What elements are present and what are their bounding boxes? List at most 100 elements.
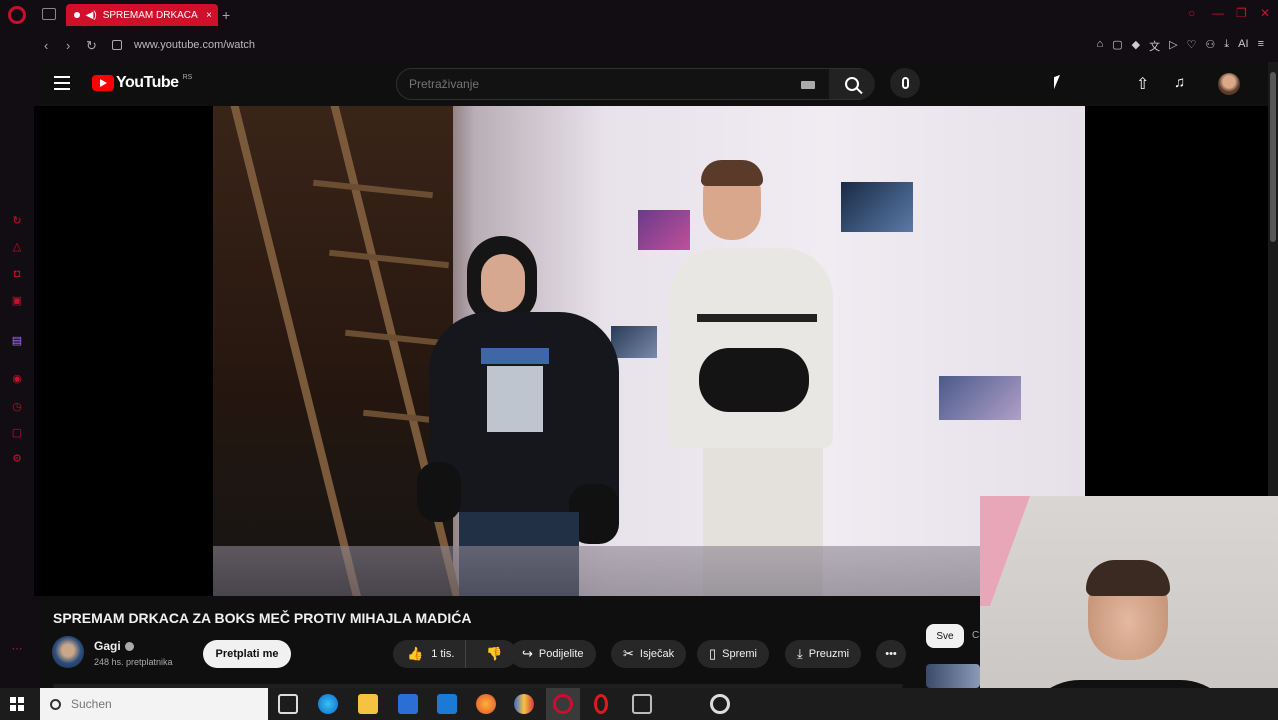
store-icon[interactable] xyxy=(398,694,418,714)
download-icon[interactable]: ⤓ xyxy=(1224,38,1229,54)
webcam-person-hair xyxy=(1086,560,1170,596)
webcam-overlay xyxy=(980,496,1278,720)
forward-button[interactable]: › xyxy=(66,38,70,53)
opera-logo-icon[interactable] xyxy=(8,6,26,24)
download-button[interactable]: ⤓ Preuzmi xyxy=(785,640,862,668)
taskbar-search[interactable] xyxy=(40,688,268,720)
upload-icon[interactable]: ⇧ xyxy=(1136,74,1149,94)
channel-avatar[interactable] xyxy=(52,636,84,668)
taskbar-search-icon xyxy=(50,698,61,710)
notifications-bell-icon[interactable]: ♫ xyxy=(1174,74,1185,91)
search-box xyxy=(396,68,875,100)
pin-icon[interactable]: ⌂ xyxy=(1097,38,1104,54)
menu-icon[interactable] xyxy=(54,76,70,90)
mail-app-icon[interactable] xyxy=(632,694,652,714)
dislike-icon: 👎 xyxy=(486,646,503,661)
save-button[interactable]: ▯ Spremi xyxy=(697,640,769,668)
keyboard-icon[interactable] xyxy=(801,81,815,89)
file-explorer-icon[interactable] xyxy=(358,694,378,714)
subscriber-count: 248 hs. pretplatnika xyxy=(94,657,173,667)
player-icon[interactable]: ▷ xyxy=(1169,38,1177,54)
youtube-play-icon xyxy=(92,75,114,91)
youtube-logo-text: YouTube xyxy=(116,74,179,91)
like-button[interactable]: 👍 1 tis. xyxy=(393,640,466,668)
brave-like-icon[interactable] xyxy=(514,694,534,714)
scrollbar-thumb[interactable] xyxy=(1270,72,1276,242)
back-button[interactable]: ‹ xyxy=(44,38,48,53)
video-title: SPREMAM DRKACA ZA BOKS MEČ PROTIV MIHAJL… xyxy=(53,610,472,626)
video-frame[interactable] xyxy=(213,106,1085,596)
close-window-button[interactable]: ✕ xyxy=(1260,6,1270,20)
obs-icon[interactable] xyxy=(710,694,730,714)
tab-menu-icon[interactable] xyxy=(42,8,56,20)
bookmark-icon: ▯ xyxy=(709,646,717,661)
more-icon: ••• xyxy=(885,648,897,660)
tab-favicon-icon xyxy=(74,12,80,18)
url-field[interactable]: www.youtube.com/watch xyxy=(134,39,255,51)
task-view-icon[interactable] xyxy=(278,694,298,714)
maximize-button[interactable]: ❐ xyxy=(1236,6,1247,20)
translate-icon[interactable]: 文 xyxy=(1149,38,1160,54)
new-tab-button[interactable]: + xyxy=(222,7,230,23)
opera-gx-icon[interactable] xyxy=(553,694,573,714)
voice-search-button[interactable] xyxy=(890,68,920,98)
reload-button[interactable]: ↻ xyxy=(86,38,97,54)
firefox-icon[interactable] xyxy=(476,694,496,714)
snapshot-icon[interactable]: ▢ xyxy=(1112,38,1122,54)
share-button[interactable]: ↪ Podijelite xyxy=(510,640,596,668)
opera-icon[interactable] xyxy=(594,694,608,714)
opera-menu-icon[interactable]: ○ xyxy=(1188,6,1195,20)
search-input[interactable] xyxy=(409,77,789,91)
clip-button[interactable]: ✂ Isječak xyxy=(611,640,687,668)
heart-icon[interactable]: ♡ xyxy=(1187,38,1197,54)
taskbar-search-input[interactable] xyxy=(71,697,251,711)
sidebar-clock-icon[interactable]: ◷ xyxy=(10,400,24,413)
edge-icon[interactable] xyxy=(318,694,338,714)
channel-name[interactable]: Gagi xyxy=(94,639,134,653)
sidebar-twitch-icon[interactable]: ▤ xyxy=(10,334,24,347)
download-arrow-icon: ⤓ xyxy=(797,646,803,661)
tab-title: SPREMAM DRKACA Z xyxy=(102,9,201,21)
sidebar-history-icon[interactable]: ↻ xyxy=(10,214,24,227)
screen: ◀) SPREMAM DRKACA Z × + ○ — ❐ ✕ ‹ › ↻ ww… xyxy=(0,0,1278,720)
chip-next[interactable]: C xyxy=(972,630,979,641)
chip-all[interactable]: Sve xyxy=(926,624,964,648)
minimize-button[interactable]: — xyxy=(1212,6,1224,20)
ai-button[interactable]: AI xyxy=(1238,38,1248,54)
sidebar-shopping-icon[interactable]: △ xyxy=(10,240,24,253)
sidebar-messenger-icon[interactable]: ◘ xyxy=(10,268,24,280)
audio-playing-icon[interactable]: ◀) xyxy=(86,10,97,21)
tab-close-icon[interactable]: × xyxy=(206,10,212,21)
sidebar-more-icon[interactable]: ⋯ xyxy=(10,642,24,655)
more-actions-button[interactable]: ••• xyxy=(876,640,906,668)
browser-tab-active[interactable]: ◀) SPREMAM DRKACA Z × xyxy=(66,4,218,26)
search-button[interactable] xyxy=(829,69,875,99)
windows-taskbar xyxy=(0,688,1278,720)
next-video-thumbnail[interactable] xyxy=(926,664,980,688)
mouse-cursor-icon xyxy=(1054,74,1060,90)
microphone-icon xyxy=(901,77,909,89)
windows-start-icon[interactable] xyxy=(10,697,24,711)
webcam-pink-object xyxy=(980,496,1031,606)
account-icon[interactable]: ⚇ xyxy=(1205,38,1215,54)
verified-icon xyxy=(124,642,134,652)
person-black-hoodie xyxy=(417,236,619,596)
wall-poster xyxy=(939,376,1021,420)
sidebar-box-icon[interactable]: ▢ xyxy=(10,426,24,439)
sidebar-settings-icon[interactable]: ⚙ xyxy=(10,452,24,465)
like-count: 1 tis. xyxy=(431,648,455,660)
like-dislike-group: 👍 1 tis. 👎 xyxy=(393,640,517,668)
subscribe-button[interactable]: Pretplati me xyxy=(203,640,291,668)
country-code: RS xyxy=(182,74,193,81)
easy-setup-icon[interactable]: ≡ xyxy=(1258,38,1264,54)
browser-tab-bar: ◀) SPREMAM DRKACA Z × + ○ — ❐ ✕ xyxy=(0,0,1278,30)
scissors-icon: ✂ xyxy=(623,646,634,661)
account-avatar[interactable] xyxy=(1218,73,1240,95)
sidebar-player-icon[interactable]: ◉ xyxy=(10,372,24,385)
address-bar: ‹ › ↻ www.youtube.com/watch ⌂ ▢ ◆ 文 ▷ ♡ … xyxy=(0,30,1278,62)
adblock-shield-icon[interactable]: ◆ xyxy=(1132,38,1140,54)
youtube-logo[interactable]: YouTube RS xyxy=(92,74,192,92)
sidebar-whatsapp-icon[interactable]: ▣ xyxy=(10,294,24,307)
channel-name-text[interactable]: Gagi xyxy=(94,639,121,653)
outlook-icon[interactable] xyxy=(437,694,457,714)
